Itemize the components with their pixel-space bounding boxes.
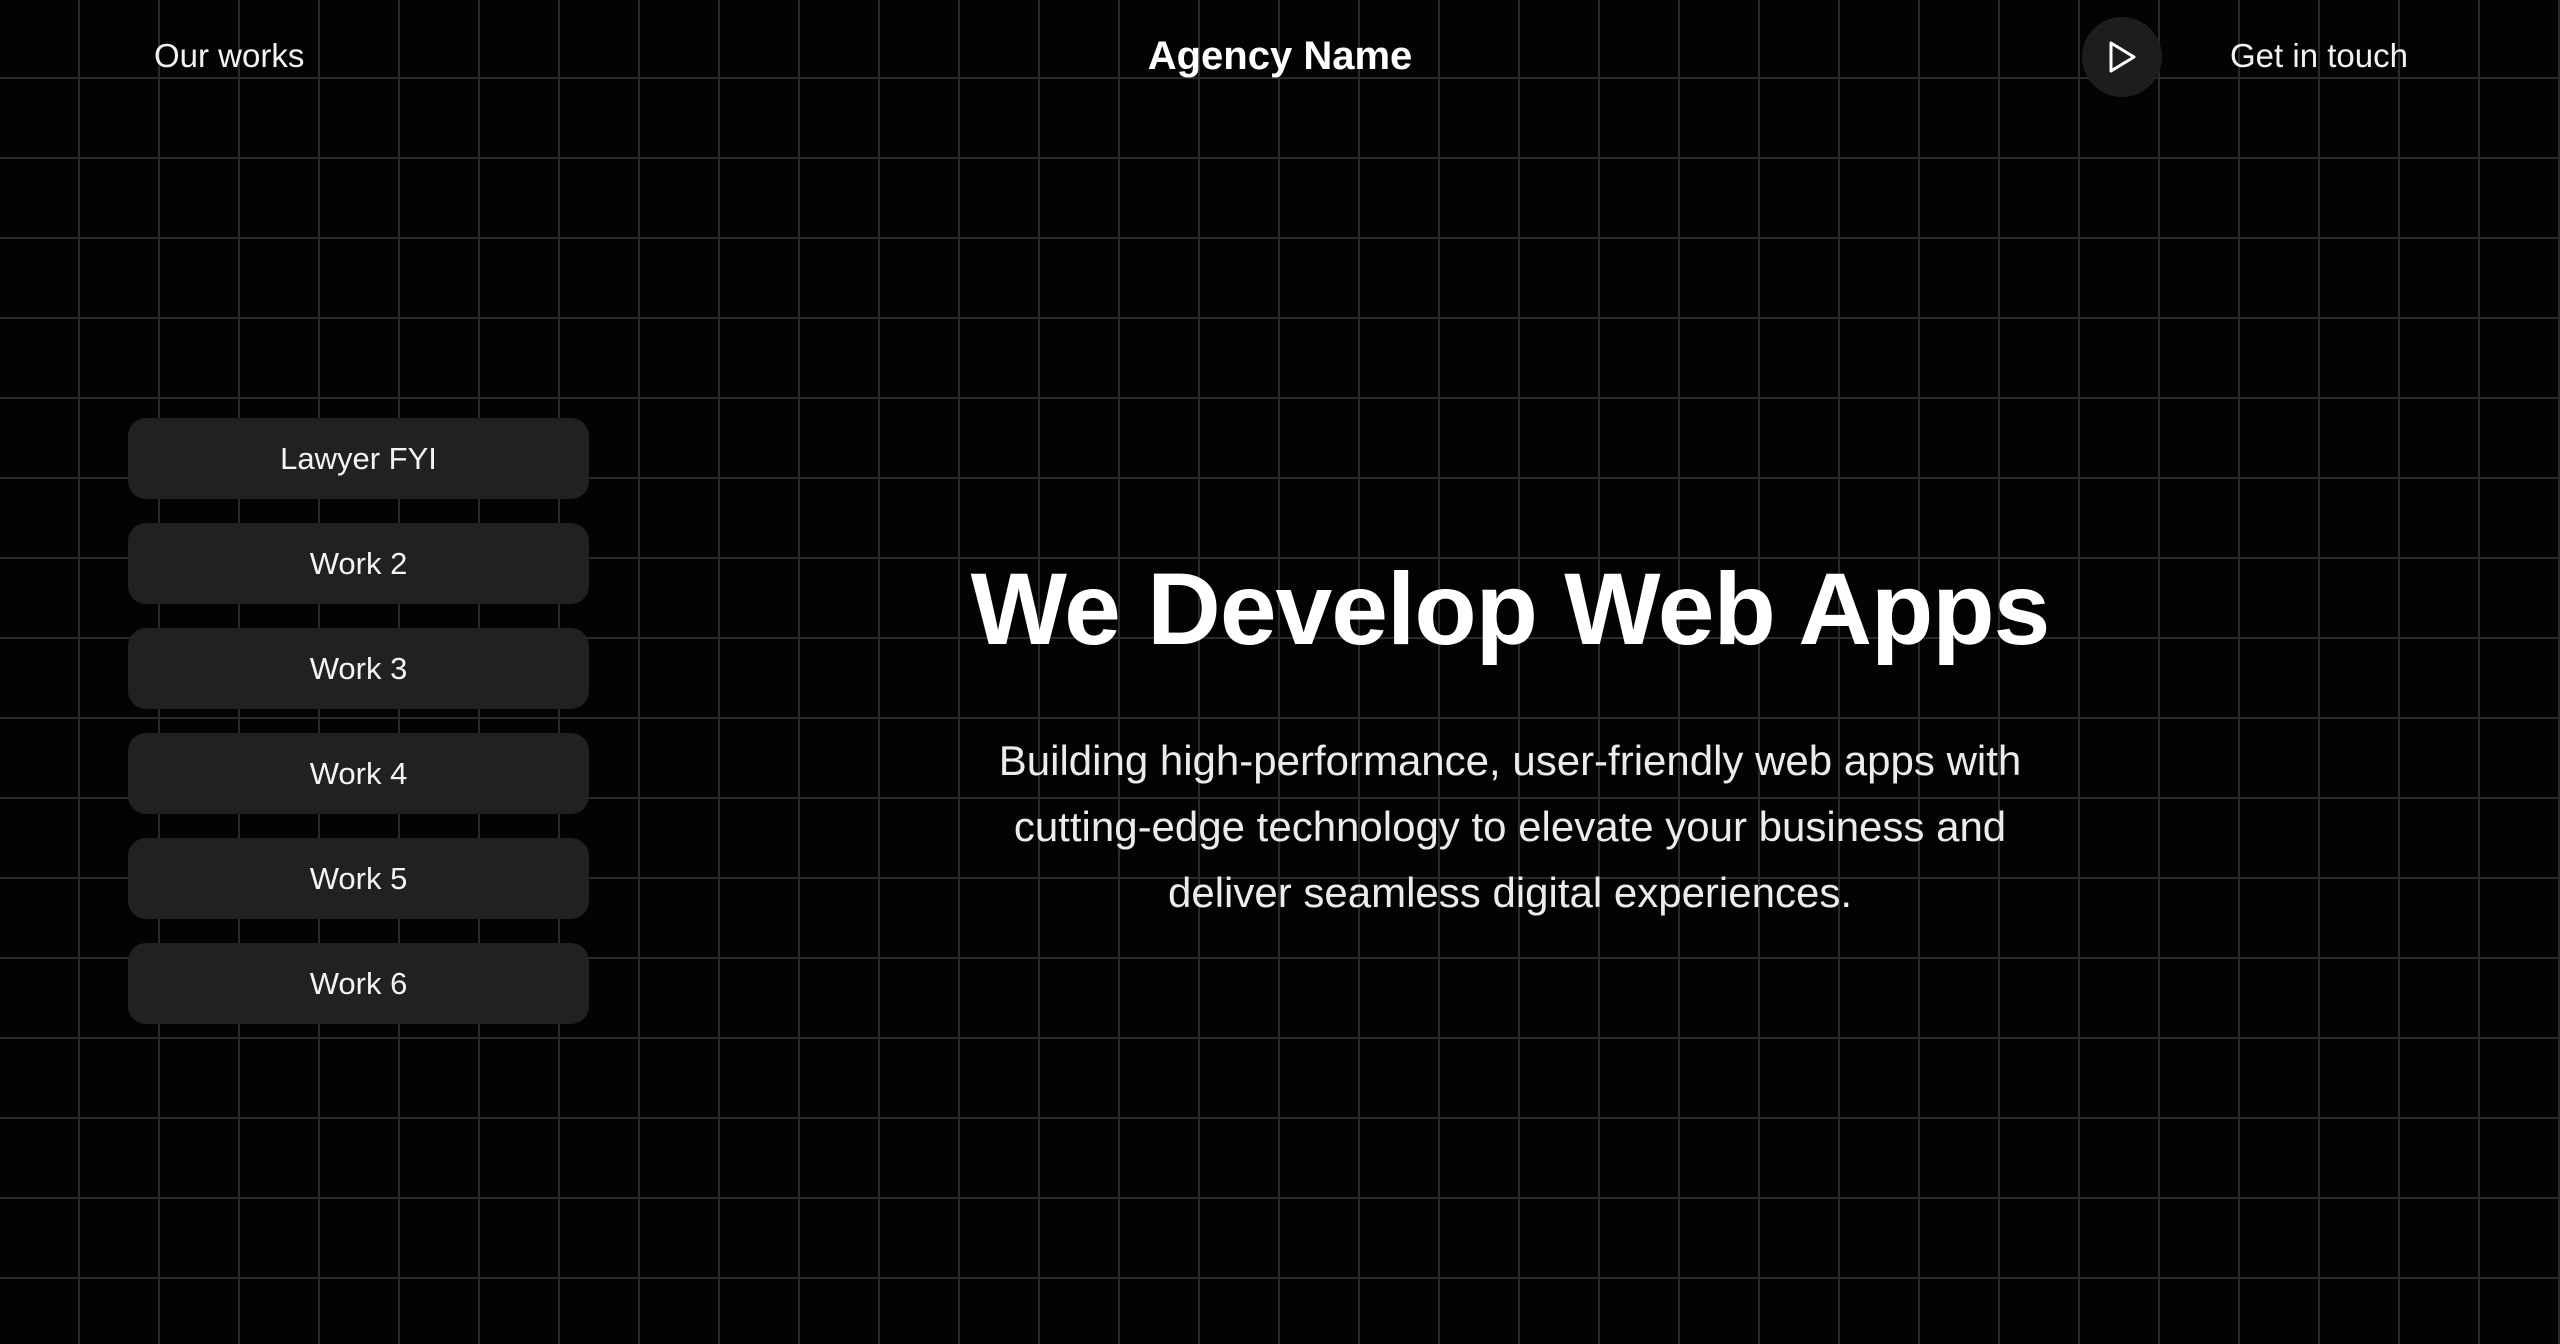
play-icon <box>2109 41 2136 73</box>
hero-subtitle: Building high-performance, user-friendly… <box>998 737 2022 916</box>
work-item-lawyer-fyi[interactable]: Lawyer FYI <box>128 418 589 499</box>
work-item-3[interactable]: Work 3 <box>128 628 589 709</box>
hero-title: We Develop Web Apps <box>970 552 2051 666</box>
work-item-5[interactable]: Work 5 <box>128 838 589 919</box>
our-works-link[interactable]: Our works <box>154 36 304 76</box>
work-item-2[interactable]: Work 2 <box>128 523 589 604</box>
brand-name: Agency Name <box>1147 34 1413 78</box>
play-button[interactable] <box>2082 17 2162 97</box>
work-item-6[interactable]: Work 6 <box>128 943 589 1024</box>
work-item-4[interactable]: Work 4 <box>128 733 589 814</box>
get-in-touch-link[interactable]: Get in touch <box>2230 36 2408 76</box>
hero-section: We Develop Web Apps Building high-perfor… <box>910 548 2110 926</box>
works-list: Lawyer FYI Work 2 Work 3 Work 4 Work 5 W… <box>128 418 589 1048</box>
